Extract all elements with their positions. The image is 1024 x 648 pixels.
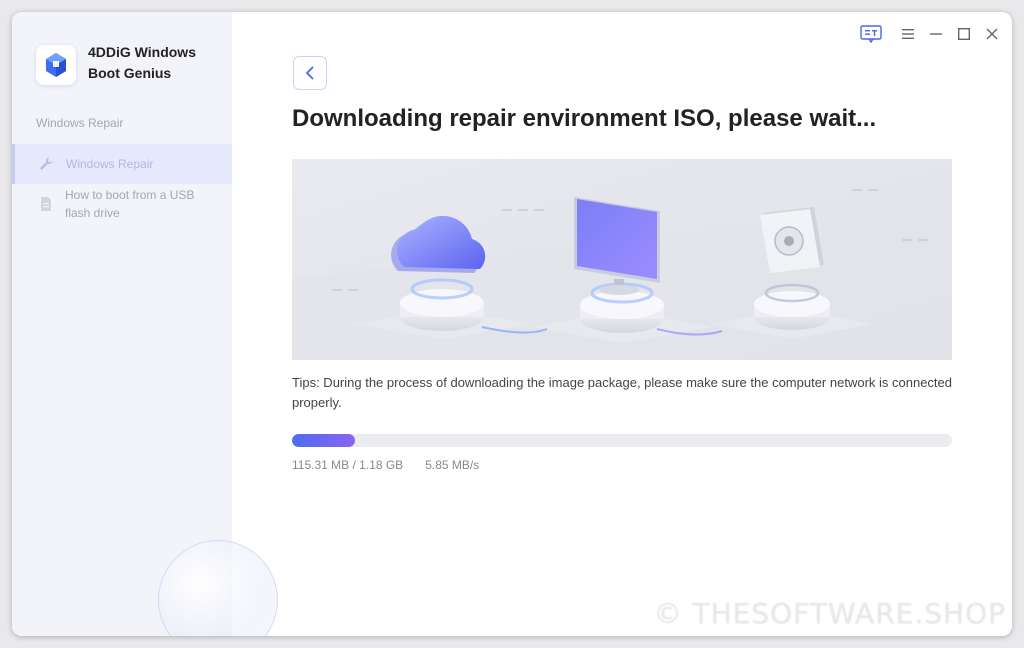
- feedback-button[interactable]: [858, 24, 884, 44]
- wrench-icon: [40, 157, 53, 170]
- downloaded-size: 115.31 MB / 1.18 GB: [292, 458, 404, 472]
- page-title: Downloading repair environment ISO, plea…: [292, 105, 877, 132]
- sidebar: 4DDiG Windows Boot Genius Windows Repair…: [12, 12, 278, 636]
- app-title-line1: 4DDiG Windows: [88, 44, 196, 60]
- sidebar-section-label: Windows Repair: [36, 116, 124, 130]
- feedback-icon: [860, 25, 882, 43]
- app-title: 4DDiG Windows Boot Genius: [88, 42, 228, 84]
- app-window: 4DDiG Windows Boot Genius Windows Repair…: [12, 12, 1012, 636]
- sidebar-item-label: Windows Repair: [66, 157, 154, 171]
- main-content: Downloading repair environment ISO, plea…: [232, 12, 1012, 636]
- logo-icon: [46, 53, 66, 77]
- titlebar-controls: [858, 24, 1000, 44]
- watermark: © THESOFTWARE.SHOP: [653, 597, 1006, 630]
- close-icon: [986, 28, 998, 40]
- document-icon: [41, 197, 51, 211]
- chevron-left-icon: [306, 66, 314, 80]
- app-title-line2: Boot Genius: [88, 65, 172, 81]
- maximize-icon: [958, 28, 971, 41]
- download-progress-fill: [292, 434, 355, 447]
- app-logo: [36, 45, 76, 85]
- sidebar-item-windows-repair[interactable]: Windows Repair: [12, 144, 232, 184]
- download-progress-bar: [292, 434, 952, 447]
- back-button[interactable]: [293, 56, 327, 90]
- menu-icon: [902, 29, 914, 39]
- sidebar-item-usb-boot-guide[interactable]: How to boot from a USB flash drive: [12, 186, 232, 222]
- cloud-to-pc-to-disk-illustration: [292, 159, 952, 360]
- minimize-button[interactable]: [928, 26, 944, 42]
- close-button[interactable]: [984, 26, 1000, 42]
- menu-button[interactable]: [900, 26, 916, 42]
- maximize-button[interactable]: [956, 26, 972, 42]
- download-speed: 5.85 MB/s: [425, 458, 480, 472]
- sidebar-item-label: How to boot from a USB flash drive: [65, 188, 195, 220]
- progress-details: 115.31 MB / 1.18 GB 5.85 MB/s: [292, 458, 479, 472]
- tips-text: Tips: During the process of downloading …: [292, 375, 952, 410]
- minimize-icon: [930, 33, 942, 35]
- download-illustration: [292, 159, 952, 360]
